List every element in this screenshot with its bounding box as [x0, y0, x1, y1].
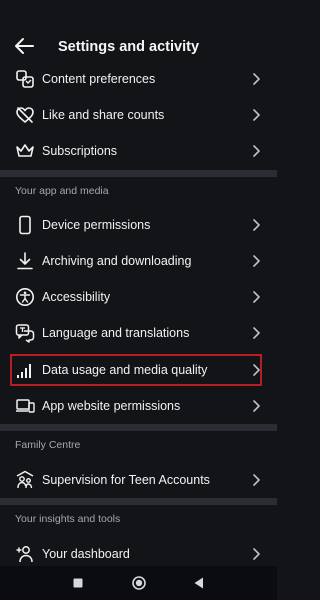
download-icon [15, 251, 35, 271]
chevron-right-icon [249, 108, 263, 122]
back-nav-icon[interactable] [191, 575, 207, 591]
like-share-counts-row[interactable]: Like and share counts [0, 97, 277, 133]
chevron-right-icon [249, 290, 263, 304]
chevron-right-icon [249, 144, 263, 158]
back-arrow-icon[interactable] [12, 34, 36, 58]
section-divider [0, 424, 277, 431]
chevron-right-icon [249, 326, 263, 340]
dashboard-icon [15, 544, 35, 564]
section-header-insights-tools: Your insights and tools [15, 513, 121, 525]
device-permissions-row[interactable]: Device permissions [0, 207, 277, 243]
chevron-right-icon [249, 218, 263, 232]
app-website-permissions-row[interactable]: App website permissions [0, 388, 277, 424]
device-permissions-label: Device permissions [42, 218, 151, 232]
language-label: Language and translations [42, 326, 190, 340]
highlight-box [10, 354, 262, 386]
app-website-permissions-label: App website permissions [42, 399, 181, 413]
archiving-label: Archiving and downloading [42, 254, 192, 268]
heart-slash-icon [15, 105, 35, 125]
archiving-row[interactable]: Archiving and downloading [0, 243, 277, 279]
language-row[interactable]: Language and translations [0, 315, 277, 351]
laptop-phone-icon [15, 396, 35, 416]
supervision-row[interactable]: Supervision for Teen Accounts [0, 462, 277, 498]
chevron-right-icon [249, 72, 263, 86]
like-share-counts-label: Like and share counts [42, 108, 165, 122]
section-header-app-media: Your app and media [15, 185, 109, 197]
section-divider [0, 498, 277, 505]
status-bar [0, 0, 277, 24]
content-preferences-row[interactable]: Content preferences [0, 61, 277, 97]
section-divider [0, 170, 277, 177]
supervision-label: Supervision for Teen Accounts [42, 473, 210, 487]
content-preferences-icon [15, 69, 35, 89]
page-title: Settings and activity [58, 39, 200, 55]
crown-icon [15, 141, 35, 161]
chevron-right-icon [249, 254, 263, 268]
home-icon[interactable] [131, 575, 147, 591]
subscriptions-label: Subscriptions [42, 144, 118, 158]
chevron-right-icon [249, 473, 263, 487]
accessibility-label: Accessibility [42, 290, 111, 304]
accessibility-icon [15, 287, 35, 307]
translate-icon [15, 323, 35, 343]
phone-icon [15, 215, 35, 235]
accessibility-row[interactable]: Accessibility [0, 279, 277, 315]
chevron-right-icon [249, 399, 263, 413]
chevron-right-icon [249, 547, 263, 561]
subscriptions-row[interactable]: Subscriptions [0, 133, 277, 169]
dashboard-label: Your dashboard [42, 547, 130, 561]
recent-apps-icon[interactable] [70, 575, 86, 591]
family-icon [15, 470, 35, 490]
system-nav-bar [0, 566, 277, 600]
section-header-family-centre: Family Centre [15, 439, 81, 451]
content-preferences-label: Content preferences [42, 72, 156, 86]
